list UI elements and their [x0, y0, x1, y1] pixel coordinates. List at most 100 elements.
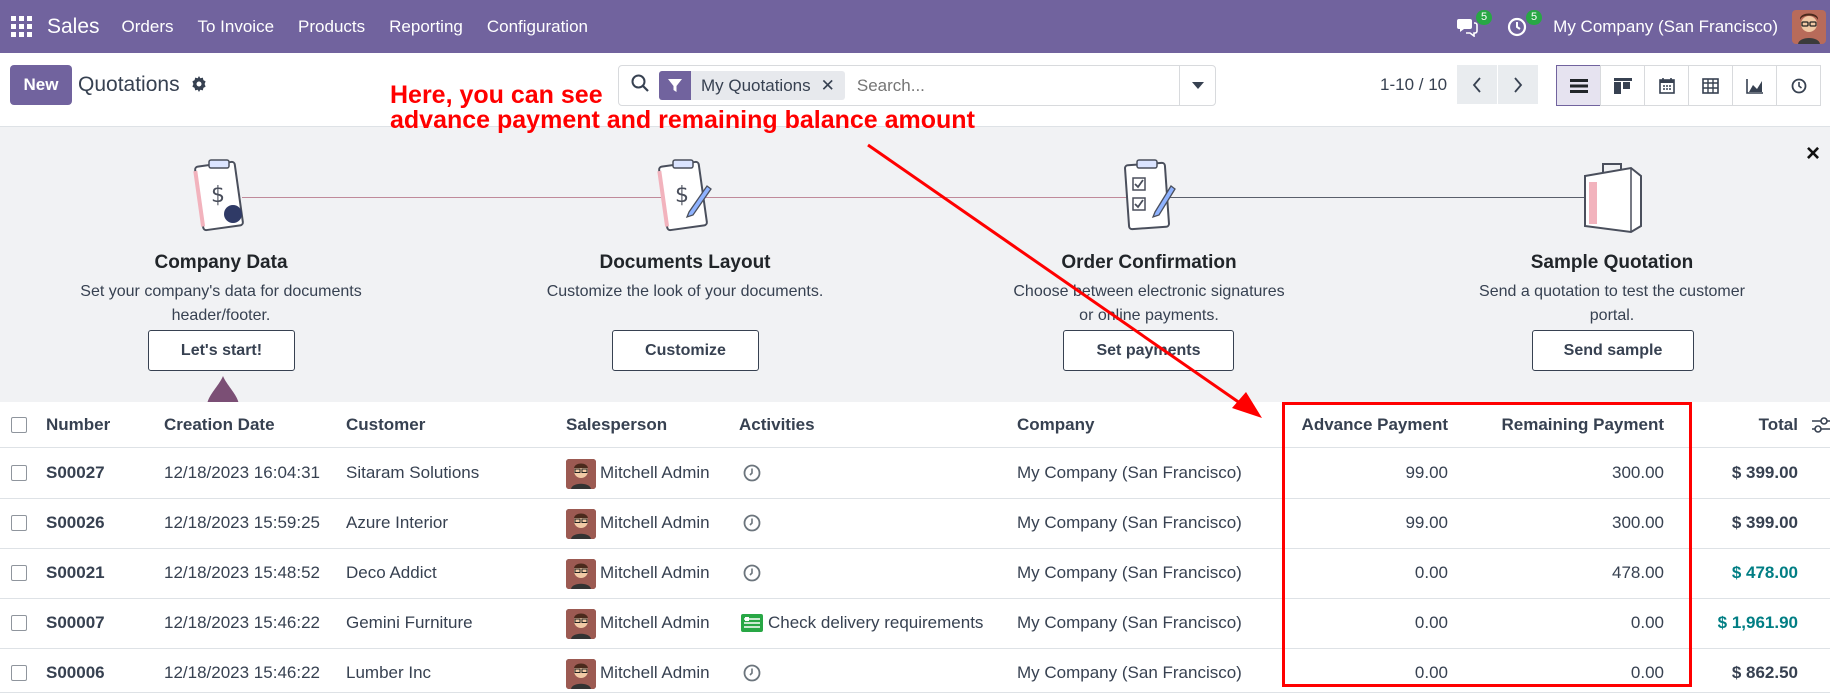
step-description-line: portal. — [1589, 307, 1635, 324]
row-number: S00021 — [46, 563, 105, 582]
company-switcher[interactable]: My Company (San Francisco) — [1553, 17, 1778, 37]
row-date: 12/18/2023 16:04:31 — [164, 463, 320, 482]
list-view-button[interactable] — [1556, 65, 1601, 106]
column-activities[interactable]: Activities — [739, 415, 815, 435]
pager-next-button[interactable] — [1498, 65, 1538, 104]
row-number: S00006 — [46, 663, 105, 682]
annotation-callout: Here, you can see advance payment and re… — [390, 83, 975, 133]
row-company: My Company (San Francisco) — [1017, 663, 1242, 682]
row-checkbox[interactable] — [11, 665, 27, 681]
pivot-view-button[interactable] — [1688, 65, 1733, 106]
step-description: Set your company's data for documents he… — [61, 280, 381, 328]
search-options-toggle[interactable] — [1179, 66, 1215, 105]
svg-text:$: $ — [211, 183, 225, 208]
activity-clock-icon[interactable] — [743, 664, 761, 687]
send-sample-button[interactable]: Send sample — [1532, 330, 1694, 371]
salesperson-avatar[interactable] — [566, 509, 596, 539]
row-checkbox[interactable] — [11, 565, 27, 581]
row-total: $ 1,961.90 — [1717, 613, 1798, 632]
step-description-line: Set your company's data for documents — [80, 283, 362, 300]
menu-to-invoice[interactable]: To Invoice — [198, 17, 275, 37]
select-all-checkbox[interactable] — [11, 417, 27, 433]
menu-orders[interactable]: Orders — [122, 17, 174, 37]
activity-clock-icon[interactable] — [743, 564, 761, 587]
row-total: $ 399.00 — [1731, 463, 1798, 482]
column-salesperson[interactable]: Salesperson — [566, 415, 667, 435]
onboarding-step-company-data: $ Company Data Set your company's data f… — [61, 156, 381, 328]
row-customer: Deco Addict — [346, 563, 437, 582]
column-creation-date[interactable]: Creation Date — [164, 415, 275, 435]
row-date: 12/18/2023 15:48:52 — [164, 563, 320, 582]
row-company: My Company (San Francisco) — [1017, 563, 1242, 582]
activity-view-button[interactable] — [1776, 65, 1821, 106]
activities-button[interactable]: 5 — [1503, 9, 1543, 41]
step-description-line: Send a quotation to test the customer — [1479, 283, 1745, 300]
customize-button[interactable]: Customize — [612, 330, 759, 371]
messages-button[interactable]: 5 — [1453, 9, 1493, 41]
sliders-icon — [1812, 417, 1830, 433]
activity-clock-icon[interactable] — [743, 464, 761, 487]
onboarding-step-sample-quotation: Sample Quotation Send a quotation to tes… — [1452, 156, 1772, 328]
activity-clock-icon[interactable] — [743, 514, 761, 537]
step-title: Sample Quotation — [1530, 252, 1694, 273]
step-description: Choose between electronic signatures or … — [989, 280, 1309, 328]
row-salesperson: Mitchell Admin — [600, 563, 710, 582]
onboarding-step-documents-layout: $ Documents Layout Customize the look of… — [525, 156, 845, 304]
row-salesperson: Mitchell Admin — [600, 613, 710, 632]
app-name[interactable]: Sales — [47, 15, 100, 39]
step-description-line: or online payments. — [1079, 307, 1219, 324]
user-avatar[interactable] — [1792, 9, 1826, 44]
salesperson-avatar[interactable] — [566, 609, 596, 639]
row-activity[interactable]: Check delivery requirements — [768, 613, 983, 633]
chevron-left-icon — [1472, 76, 1481, 93]
row-number: S00007 — [46, 613, 105, 632]
row-customer: Gemini Furniture — [346, 613, 473, 632]
row-salesperson: Mitchell Admin — [600, 663, 710, 682]
salesperson-avatar[interactable] — [566, 659, 596, 689]
column-number[interactable]: Number — [46, 415, 110, 435]
row-checkbox[interactable] — [11, 515, 27, 531]
optional-columns-toggle[interactable] — [1812, 417, 1830, 438]
calendar-icon — [1658, 78, 1675, 94]
step-title: Documents Layout — [599, 252, 771, 273]
row-company: My Company (San Francisco) — [1017, 613, 1242, 632]
lets-start-button[interactable]: Let's start! — [148, 330, 295, 371]
row-checkbox[interactable] — [11, 615, 27, 631]
apps-menu-icon[interactable] — [11, 15, 33, 38]
new-button[interactable]: New — [10, 65, 72, 105]
clock-icon — [1791, 78, 1806, 93]
step-title: Order Confirmation — [1061, 252, 1237, 273]
page-title: Quotations — [78, 73, 180, 96]
kanban-view-button[interactable] — [1600, 65, 1645, 106]
salesperson-avatar[interactable] — [566, 459, 596, 489]
menu-products[interactable]: Products — [298, 17, 365, 37]
close-icon[interactable]: × — [1806, 140, 1820, 168]
salesperson-avatar[interactable] — [566, 559, 596, 589]
svg-text:$: $ — [675, 183, 689, 208]
activities-badge: 5 — [1526, 9, 1543, 25]
row-date: 12/18/2023 15:46:22 — [164, 613, 320, 632]
menu-reporting[interactable]: Reporting — [389, 17, 463, 37]
set-payments-button[interactable]: Set payments — [1063, 330, 1234, 371]
area-chart-icon — [1745, 78, 1763, 94]
row-salesperson: Mitchell Admin — [600, 513, 710, 532]
delivery-activity-icon[interactable] — [741, 614, 763, 637]
row-company: My Company (San Francisco) — [1017, 463, 1242, 482]
document-edit-icon: $ — [525, 156, 845, 244]
column-customer[interactable]: Customer — [346, 415, 425, 435]
step-description: Customize the look of your documents. — [525, 280, 845, 304]
step-description-line: header/footer. — [171, 307, 271, 324]
column-total[interactable]: Total — [1700, 415, 1798, 435]
graph-view-button[interactable] — [1732, 65, 1777, 106]
top-navbar: Sales Orders To Invoice Products Reporti… — [0, 0, 1830, 53]
menu-configuration[interactable]: Configuration — [487, 17, 588, 37]
pager-value[interactable]: 1-10 / 10 — [1380, 75, 1447, 95]
clock-icon — [1508, 17, 1527, 36]
row-customer: Azure Interior — [346, 513, 449, 532]
calendar-view-button[interactable] — [1644, 65, 1689, 106]
row-salesperson: Mitchell Admin — [600, 463, 710, 482]
column-company[interactable]: Company — [1017, 415, 1094, 435]
gear-icon[interactable] — [191, 76, 207, 97]
pager-previous-button[interactable] — [1457, 65, 1497, 104]
row-checkbox[interactable] — [11, 465, 27, 481]
